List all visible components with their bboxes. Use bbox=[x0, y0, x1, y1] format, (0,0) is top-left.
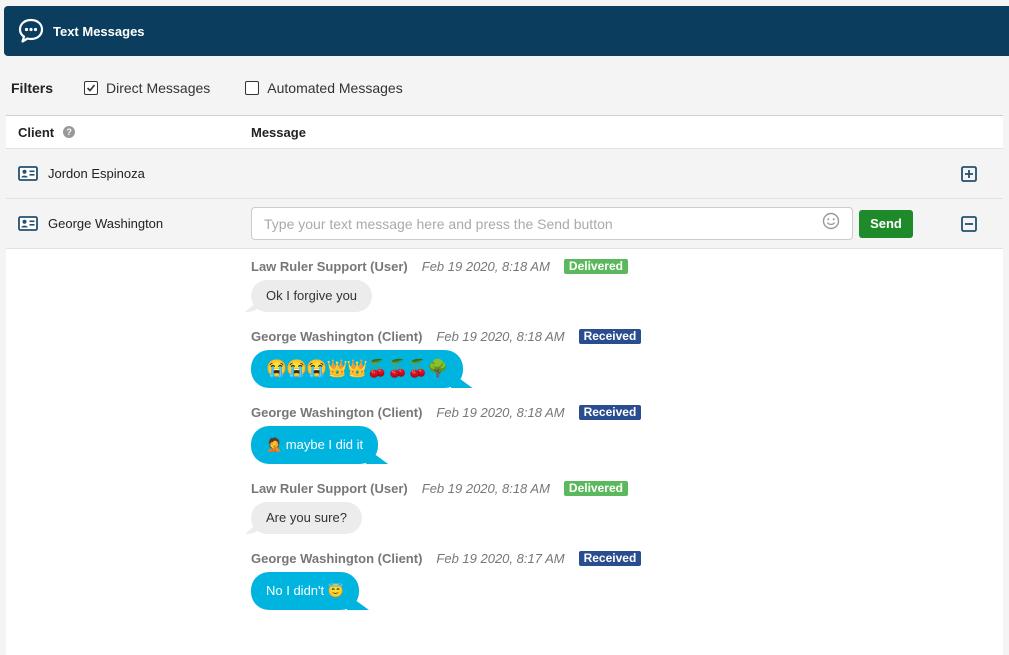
message-bubble: No I didn't 😇 bbox=[251, 572, 359, 610]
messages-table: Client ? Message Jordon Espinoza George bbox=[6, 115, 1003, 655]
column-header-client: Client ? bbox=[6, 125, 251, 140]
message-sender: George Washington (Client) bbox=[251, 328, 423, 344]
client-cell: Jordon Espinoza bbox=[6, 166, 251, 181]
direct-messages-label: Direct Messages bbox=[106, 80, 211, 96]
client-cell: George Washington bbox=[6, 216, 251, 231]
column-header-message: Message bbox=[251, 124, 306, 140]
message-item: Law Ruler Support (User) Feb 19 2020, 8:… bbox=[251, 479, 641, 534]
help-icon[interactable]: ? bbox=[63, 126, 76, 138]
send-button[interactable]: Send bbox=[859, 209, 913, 238]
message-time: Feb 19 2020, 8:18 AM bbox=[436, 328, 565, 344]
message-bubble: Are you sure? bbox=[251, 502, 362, 534]
message-time: Feb 19 2020, 8:18 AM bbox=[436, 404, 565, 420]
message-meta: George Washington (Client) Feb 19 2020, … bbox=[251, 549, 642, 567]
contact-card-icon bbox=[18, 216, 38, 231]
filters-bar: Filters Direct Messages Automated Messag… bbox=[11, 79, 438, 97]
message-item: Law Ruler Support (User) Feb 19 2020, 8:… bbox=[251, 257, 641, 312]
filters-label: Filters bbox=[11, 80, 54, 96]
message-sender: Law Ruler Support (User) bbox=[251, 258, 408, 274]
automated-messages-label: Automated Messages bbox=[267, 80, 403, 96]
message-sender: George Washington (Client) bbox=[251, 550, 423, 566]
message-time: Feb 19 2020, 8:18 AM bbox=[421, 258, 550, 274]
table-header: Client ? Message bbox=[6, 115, 1003, 149]
status-badge: Delivered bbox=[563, 258, 628, 274]
table-row[interactable]: Jordon Espinoza bbox=[6, 149, 1003, 199]
chat-bubble-icon bbox=[16, 16, 46, 46]
table-row[interactable]: George Washington Send bbox=[6, 199, 1003, 249]
message-input[interactable] bbox=[264, 215, 822, 232]
status-badge: Received bbox=[578, 328, 642, 344]
message-composer: Send bbox=[251, 207, 913, 240]
client-column-label: Client bbox=[18, 124, 55, 140]
message-meta: Law Ruler Support (User) Feb 19 2020, 8:… bbox=[251, 257, 641, 275]
message-meta: George Washington (Client) Feb 19 2020, … bbox=[251, 327, 642, 345]
header-bar: Text Messages bbox=[4, 6, 1009, 56]
direct-messages-checkbox[interactable]: Direct Messages bbox=[84, 80, 210, 96]
message-time: Feb 19 2020, 8:17 AM bbox=[436, 550, 565, 566]
message-item: George Washington (Client) Feb 19 2020, … bbox=[251, 403, 642, 464]
contact-card-icon bbox=[18, 166, 38, 181]
status-badge: Delivered bbox=[563, 480, 628, 496]
text-messages-page: Text Messages Filters Direct Messages Au… bbox=[0, 0, 1009, 655]
automated-messages-checkbox[interactable]: Automated Messages bbox=[245, 80, 403, 96]
client-name[interactable]: George Washington bbox=[48, 216, 163, 231]
status-badge: Received bbox=[578, 550, 642, 566]
status-badge: Received bbox=[578, 404, 642, 420]
message-thread: Law Ruler Support (User) Feb 19 2020, 8:… bbox=[251, 257, 642, 625]
page-title: Text Messages bbox=[53, 23, 145, 39]
message-sender: Law Ruler Support (User) bbox=[251, 480, 408, 496]
message-item: George Washington (Client) Feb 19 2020, … bbox=[251, 327, 642, 388]
minus-square-icon[interactable] bbox=[961, 215, 977, 232]
message-meta: George Washington (Client) Feb 19 2020, … bbox=[251, 403, 642, 421]
checkbox-checked-icon[interactable] bbox=[84, 81, 99, 95]
client-name[interactable]: Jordon Espinoza bbox=[48, 166, 145, 181]
message-bubble: 😭😭😭👑👑🍒🍒🍒🌳 bbox=[251, 350, 463, 388]
smiley-icon[interactable] bbox=[822, 212, 840, 235]
message-sender: George Washington (Client) bbox=[251, 404, 423, 420]
message-input-wrapper bbox=[251, 207, 853, 240]
plus-square-icon[interactable] bbox=[961, 165, 977, 182]
message-meta: Law Ruler Support (User) Feb 19 2020, 8:… bbox=[251, 479, 641, 497]
message-item: George Washington (Client) Feb 19 2020, … bbox=[251, 549, 642, 610]
message-bubble: 🤦 maybe I did it bbox=[251, 426, 379, 464]
message-bubble: Ok I forgive you bbox=[251, 280, 373, 312]
message-time: Feb 19 2020, 8:18 AM bbox=[421, 480, 550, 496]
checkbox-unchecked-icon[interactable] bbox=[245, 81, 260, 95]
